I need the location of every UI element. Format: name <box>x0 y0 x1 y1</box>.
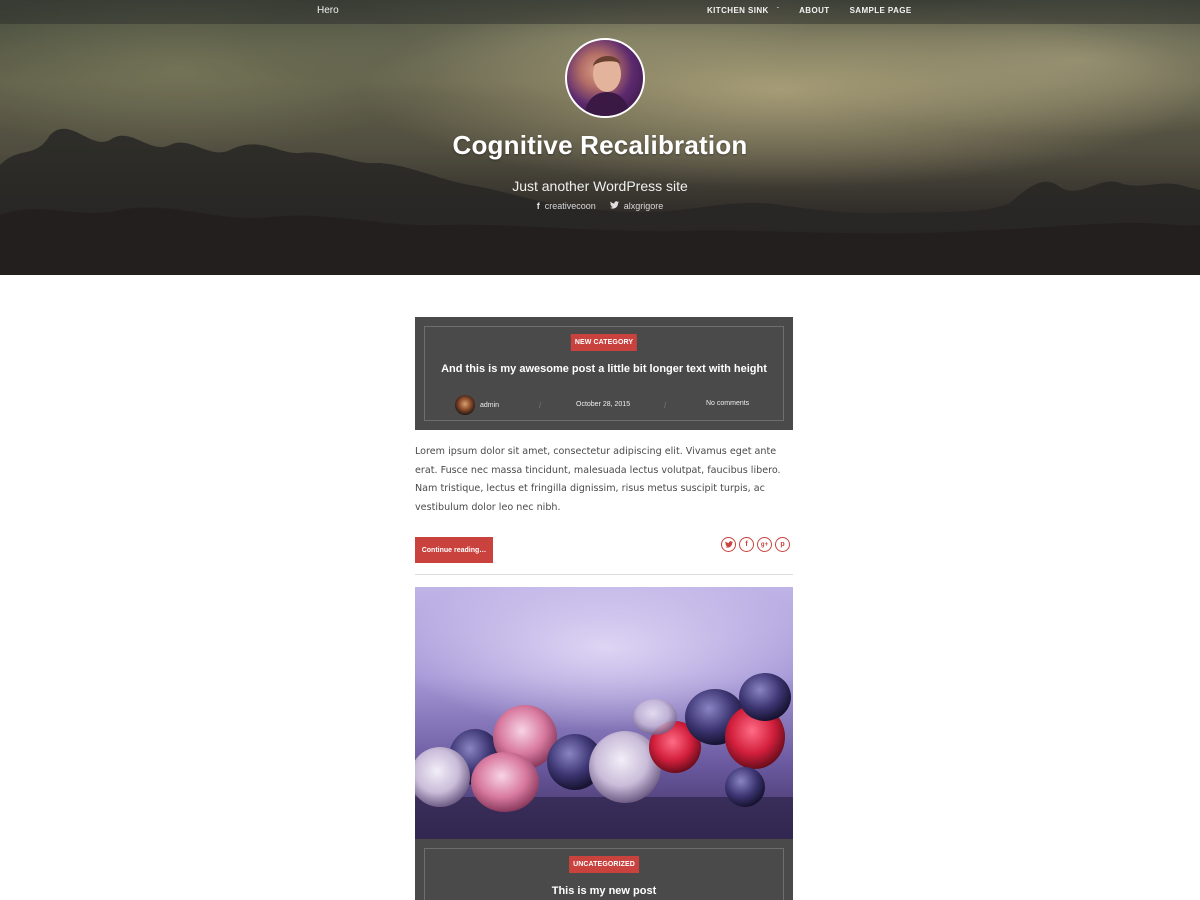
berries-photo <box>415 673 793 839</box>
site-tagline: Just another WordPress site <box>512 178 688 194</box>
social-links: f creativecoon alxgrigore <box>0 201 1200 211</box>
hero-header: Hero KITCHEN SINK ˇ ABOUT SAMPLE PAGE Co… <box>0 0 1200 275</box>
post-featured-image[interactable] <box>415 587 793 839</box>
twitter-icon[interactable] <box>721 537 736 552</box>
twitter-icon <box>609 201 619 211</box>
menu-item-sample-page[interactable]: SAMPLE PAGE <box>850 6 912 15</box>
top-navbar: Hero KITCHEN SINK ˇ ABOUT SAMPLE PAGE <box>0 0 1200 24</box>
post-header-frame: UNCATEGORIZED This is my new post <box>424 848 784 900</box>
meta-separator: / <box>664 401 667 410</box>
menu-item-kitchen-sink[interactable]: KITCHEN SINK ˇ <box>707 6 779 15</box>
main-menu: KITCHEN SINK ˇ ABOUT SAMPLE PAGE <box>707 6 932 15</box>
post-header-frame: NEW CATEGORY And this is my awesome post… <box>424 326 784 421</box>
post-header: UNCATEGORIZED This is my new post <box>415 839 793 900</box>
menu-item-label: ABOUT <box>799 6 830 15</box>
facebook-icon: f <box>536 201 540 211</box>
social-link-twitter[interactable]: alxgrigore <box>609 201 664 211</box>
post-excerpt: Lorem ipsum dolor sit amet, consectetur … <box>415 446 781 513</box>
comments-link[interactable]: No comments <box>706 400 749 407</box>
facebook-icon[interactable]: f <box>739 537 754 552</box>
post-meta: admin / October 28, 2015 / No comments <box>425 393 783 417</box>
post-title[interactable]: And this is my awesome post a little bit… <box>425 363 783 375</box>
menu-item-label: KITCHEN SINK <box>707 6 769 15</box>
pinterest-icon[interactable]: p <box>775 537 790 552</box>
category-badge[interactable]: NEW CATEGORY <box>570 334 638 351</box>
site-title[interactable]: Cognitive Recalibration <box>0 130 1200 161</box>
menu-item-about[interactable]: ABOUT <box>799 6 829 15</box>
menu-item-label: SAMPLE PAGE <box>849 6 912 15</box>
chevron-down-icon: ˇ <box>776 7 780 14</box>
post-title[interactable]: This is my new post <box>425 885 783 897</box>
post-divider <box>415 574 793 575</box>
author-avatar <box>455 395 475 415</box>
post-date[interactable]: October 28, 2015 <box>576 401 630 408</box>
site-brand-link[interactable]: Hero <box>317 5 339 16</box>
category-badge[interactable]: UNCATEGORIZED <box>569 856 639 873</box>
google-plus-icon[interactable]: g+ <box>757 537 772 552</box>
post-header: NEW CATEGORY And this is my awesome post… <box>415 317 793 430</box>
share-buttons: f g+ p <box>721 537 790 552</box>
site-avatar[interactable] <box>565 38 645 118</box>
social-link-label: alxgrigore <box>623 201 664 211</box>
post-author[interactable]: admin <box>455 395 499 415</box>
meta-separator: / <box>539 401 542 410</box>
continue-reading-button[interactable]: Continue reading… <box>415 537 493 563</box>
social-link-facebook[interactable]: f creativecoon <box>537 201 596 211</box>
author-name: admin <box>480 401 500 409</box>
social-link-label: creativecoon <box>544 201 596 211</box>
